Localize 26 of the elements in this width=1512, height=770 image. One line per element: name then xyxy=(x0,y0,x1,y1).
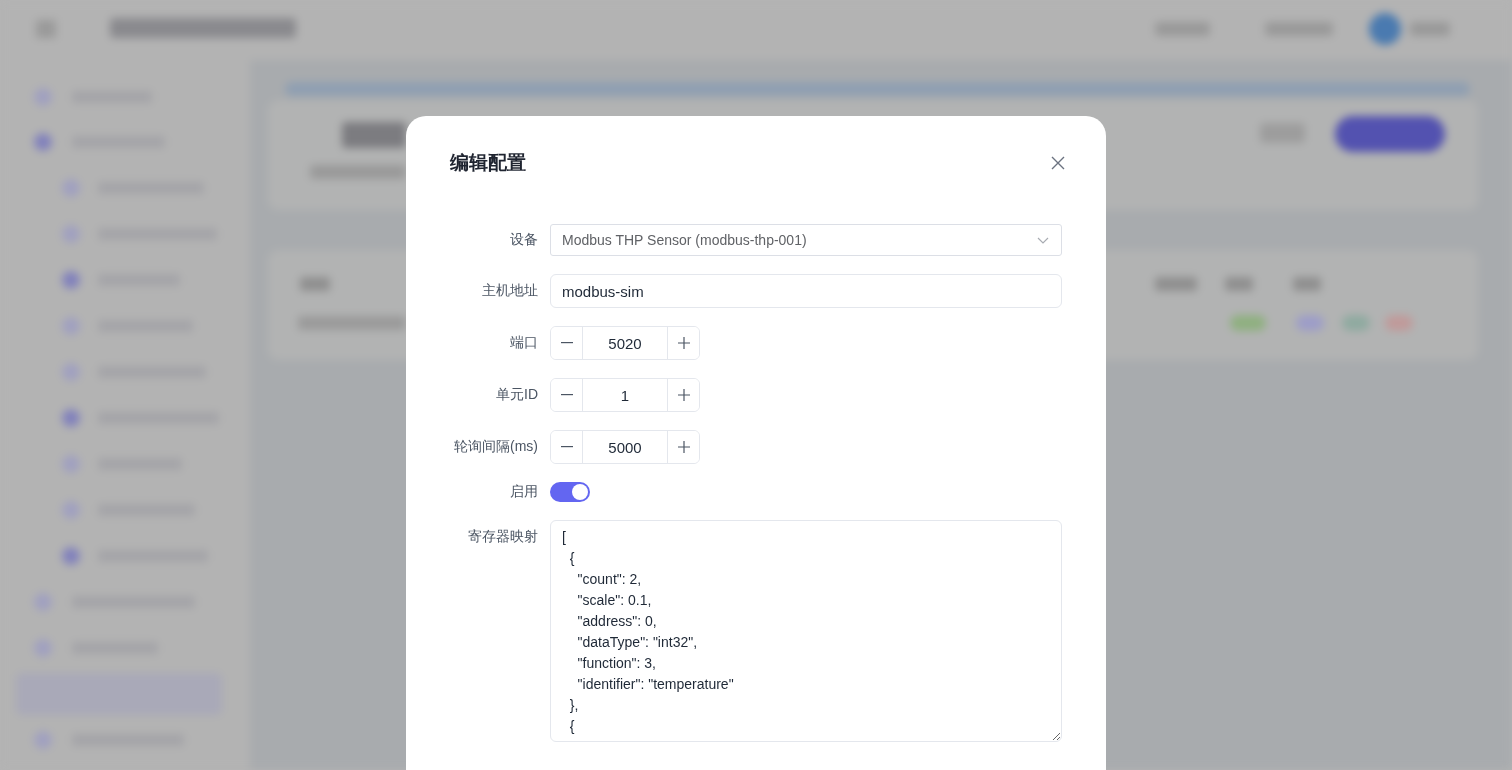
increment-button[interactable] xyxy=(667,379,699,411)
plus-icon xyxy=(677,389,690,401)
field-label: 轮询间隔(ms) xyxy=(454,438,538,456)
number-stepper[interactable]: 5020 xyxy=(550,326,700,360)
chevron-down-icon xyxy=(1037,236,1049,244)
field-label: 主机地址 xyxy=(482,282,538,300)
field-label: 寄存器映射 xyxy=(468,527,538,546)
toggle-switch[interactable] xyxy=(550,482,590,502)
field-label: 设备 xyxy=(510,231,538,249)
field-label: 端口 xyxy=(510,334,538,352)
close-icon[interactable] xyxy=(1050,155,1066,171)
minus-icon xyxy=(560,394,573,396)
device-select[interactable]: Modbus THP Sensor (modbus-thp-001) xyxy=(550,224,1062,256)
field-label: 单元ID xyxy=(496,386,538,404)
dialog-title: 编辑配置 xyxy=(450,151,526,175)
register-map-textarea[interactable]: [ { "count": 2, "scale": 0.1, "address": 0, "dataType": "int32", "function": 3, "identifier": "temperature" }, { xyxy=(550,520,1062,742)
number-stepper[interactable]: 1 xyxy=(550,378,700,412)
plus-icon xyxy=(677,441,690,453)
number-stepper[interactable]: 5000 xyxy=(550,430,700,464)
plus-icon xyxy=(677,337,690,349)
minus-icon xyxy=(560,446,573,448)
minus-icon xyxy=(560,342,573,344)
increment-button[interactable] xyxy=(667,327,699,359)
field-label: 启用 xyxy=(510,483,538,501)
increment-button[interactable] xyxy=(667,431,699,463)
host-input[interactable]: modbus-sim xyxy=(550,274,1062,308)
